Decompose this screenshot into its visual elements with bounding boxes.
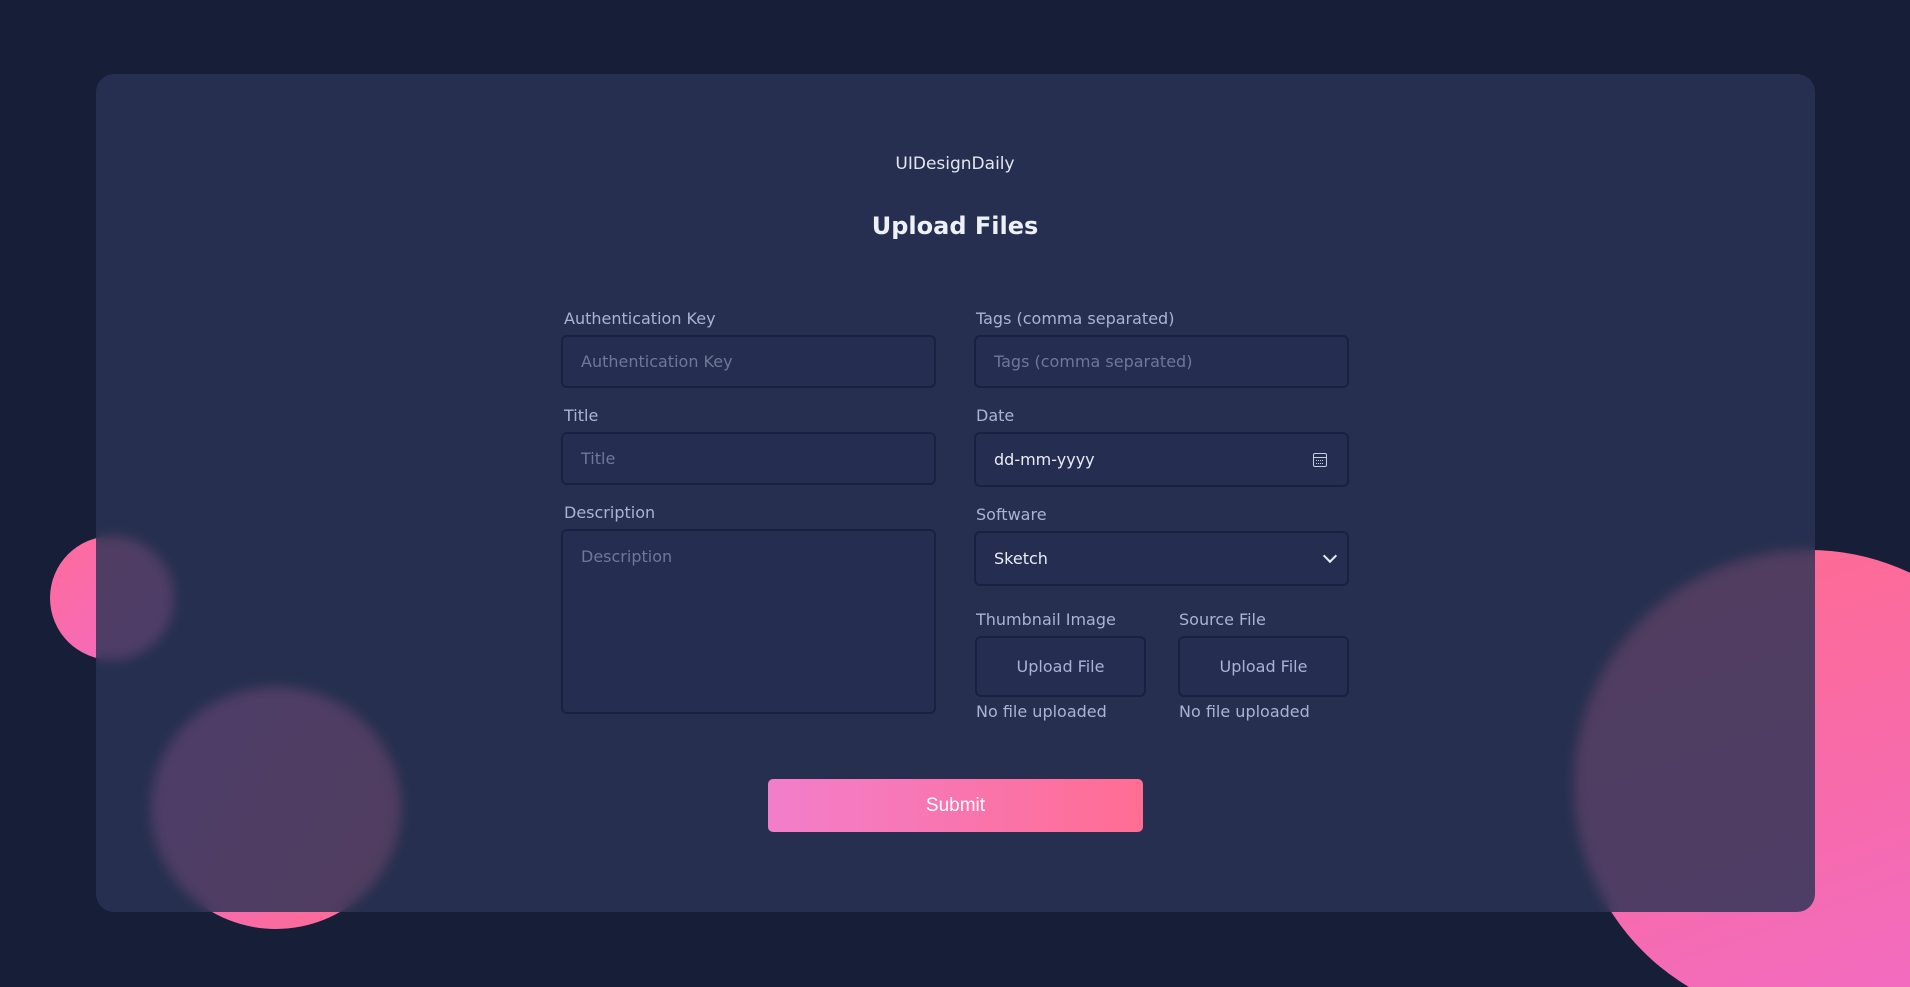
title-input[interactable] bbox=[561, 432, 936, 485]
source-file-label: Source File bbox=[1179, 610, 1266, 629]
date-label: Date bbox=[976, 406, 1015, 425]
title-label: Title bbox=[564, 406, 599, 425]
chevron-down-icon bbox=[1322, 548, 1338, 564]
source-file-upload-button[interactable]: Upload File bbox=[1178, 636, 1349, 697]
brand-name: UIDesignDaily bbox=[895, 154, 1015, 174]
date-input[interactable]: dd-mm-yyyy bbox=[974, 432, 1349, 487]
submit-button[interactable]: Submit bbox=[768, 779, 1143, 832]
software-select[interactable]: Sketch bbox=[974, 531, 1349, 586]
page: UIDesignDaily Upload Files Authenticatio… bbox=[0, 0, 1910, 987]
thumbnail-label: Thumbnail Image bbox=[976, 610, 1116, 629]
software-selected-value: Sketch bbox=[994, 549, 1048, 568]
description-textarea[interactable] bbox=[561, 529, 936, 714]
tags-label: Tags (comma separated) bbox=[976, 309, 1175, 328]
thumbnail-upload-button[interactable]: Upload File bbox=[975, 636, 1146, 697]
software-label: Software bbox=[976, 505, 1047, 524]
tags-input[interactable] bbox=[974, 335, 1349, 388]
description-label: Description bbox=[564, 503, 656, 522]
thumbnail-status: No file uploaded bbox=[976, 702, 1107, 721]
source-file-status: No file uploaded bbox=[1179, 702, 1310, 721]
date-value: dd-mm-yyyy bbox=[994, 450, 1095, 469]
page-title: Upload Files bbox=[871, 212, 1039, 240]
auth-key-label: Authentication Key bbox=[564, 309, 716, 328]
calendar-icon[interactable] bbox=[1313, 452, 1327, 467]
auth-key-input[interactable] bbox=[561, 335, 936, 388]
